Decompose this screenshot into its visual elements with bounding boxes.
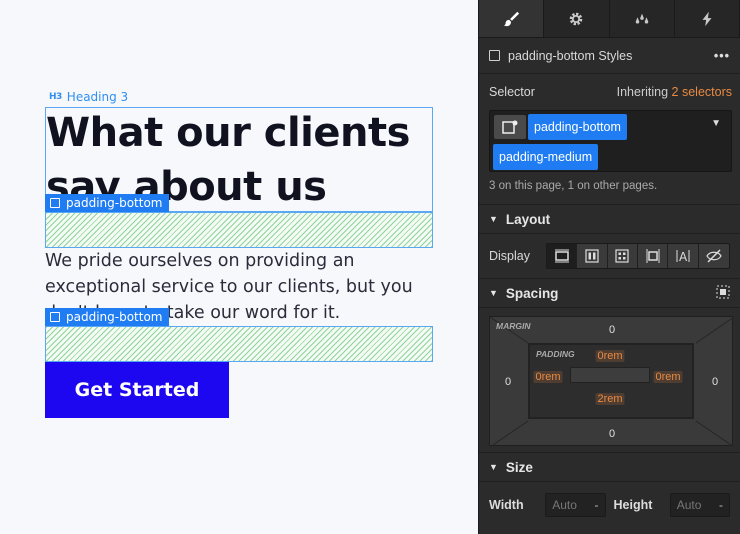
panel-tabs [479,0,740,38]
lightning-icon [702,11,712,26]
spacing-title: Spacing [505,285,559,301]
height-value: Auto [676,498,702,512]
display-flex-button[interactable] [577,244,608,268]
padding-box: PADDING 0rem 0rem 0rem 2rem [528,343,694,419]
padding-label: PADDING [536,349,575,359]
layout-section-header[interactable]: ▼ Layout [479,204,740,234]
padding-right-value[interactable]: 0rem [653,371,683,383]
display-none-button[interactable] [698,244,729,268]
grid-icon [615,249,629,263]
display-row: Display A [479,234,740,278]
caret-down-icon: ▼ [489,288,498,298]
element-type-label: H3 Heading 3 [49,90,128,104]
padding-bottom-tag-label: padding-bottom [66,196,163,210]
drops-icon [635,13,648,23]
caret-down-icon: ▼ [489,214,498,224]
layout-title: Layout [505,211,551,227]
get-started-button[interactable]: Get Started [45,362,229,418]
height-field[interactable]: Auto - [669,493,730,517]
padding-bottom-tag-2[interactable]: padding-bottom [45,308,169,326]
padding-bottom-spacer[interactable] [45,212,433,248]
padding-bottom-value[interactable]: 2rem [595,393,625,405]
more-options-icon[interactable]: ••• [714,49,730,63]
height-unit[interactable]: - [719,498,723,512]
display-toggle-group: A [545,243,730,269]
caret-down-icon: ▼ [489,462,498,472]
selector-dropdown-icon[interactable]: ▼ [711,118,721,129]
display-inline-button[interactable]: A [668,244,699,268]
brush-icon [503,11,520,26]
display-label: Display [489,249,530,263]
settings-tab[interactable] [544,0,610,37]
spacing-section-header[interactable]: ▼ Spacing [479,278,740,308]
margin-label: MARGIN [496,321,531,331]
width-value: Auto [552,498,577,512]
style-tab[interactable] [479,0,545,37]
width-label: Width [489,498,524,512]
class-pill-padding-medium[interactable]: padding-medium [493,144,599,170]
size-title: Size [505,459,533,475]
design-canvas[interactable]: H3 Heading 3 What our clients say about … [0,0,478,534]
gear-icon [570,12,583,25]
selector-usage-note: 3 on this page, 1 on other pages. [489,180,658,192]
svg-text:A: A [679,250,688,264]
selector-header: Selector Inheriting 2 selectors [489,84,732,100]
inheriting-text[interactable]: Inheriting 2 selectors [617,85,732,99]
margin-bottom-value[interactable]: 0 [609,428,615,440]
div-block-icon [50,198,60,208]
padding-top-value[interactable]: 0rem [595,350,625,362]
margin-left-value[interactable]: 0 [505,376,511,388]
display-grid-button[interactable] [607,244,638,268]
size-row: Width Auto - Height Auto - [479,488,740,522]
padding-bottom-tag[interactable]: padding-bottom [45,194,169,212]
style-header-row: padding-bottom Styles ••• [479,38,740,74]
style-panel: padding-bottom Styles ••• Selector Inher… [478,0,740,534]
display-inline-block-button[interactable] [637,244,669,268]
checkbox-icon [489,50,500,61]
heading-3-icon: H3 [49,92,62,102]
spacing-editor: MARGIN 0 0 0 0 PADDING 0rem 0rem 0rem 2r… [479,308,740,452]
size-section-header[interactable]: ▼ Size [479,452,740,482]
selector-label: Selector [489,85,535,99]
style-header-title: padding-bottom Styles [508,48,633,63]
class-pill-padding-bottom[interactable]: padding-bottom [528,114,627,140]
width-field[interactable]: Auto - [545,493,606,517]
selector-section: Selector Inheriting 2 selectors padding-… [479,74,740,198]
lightning-tab[interactable] [675,0,740,37]
inline-text-icon: A [676,250,690,264]
width-unit[interactable]: - [595,498,599,512]
block-icon [554,249,569,263]
element-type-text: Heading 3 [66,90,129,104]
height-label: Height [613,498,653,512]
padding-bottom-spacer-2[interactable] [45,326,433,362]
selector-field[interactable]: padding-bottom padding-medium ▼ [489,110,732,172]
spacing-expand-icon[interactable] [716,285,730,302]
padding-bottom-tag-label: padding-bottom [66,310,163,324]
flex-icon [585,249,599,263]
content-box [570,367,650,383]
padding-left-value[interactable]: 0rem [533,371,563,383]
eye-slash-icon [706,249,722,263]
display-block-button[interactable] [546,244,578,268]
margin-box: MARGIN 0 0 0 0 PADDING 0rem 0rem 0rem 2r… [489,316,734,447]
inheriting-count[interactable]: 2 selectors [672,85,732,99]
inline-block-icon [646,249,660,263]
selector-edit-button[interactable] [494,115,526,139]
margin-top-value[interactable]: 0 [609,324,615,336]
div-block-icon [50,312,60,322]
inheriting-prefix: Inheriting [616,85,669,99]
edit-selector-icon [502,120,518,134]
margin-right-value[interactable]: 0 [712,376,718,388]
interactions-tab[interactable] [610,0,675,37]
